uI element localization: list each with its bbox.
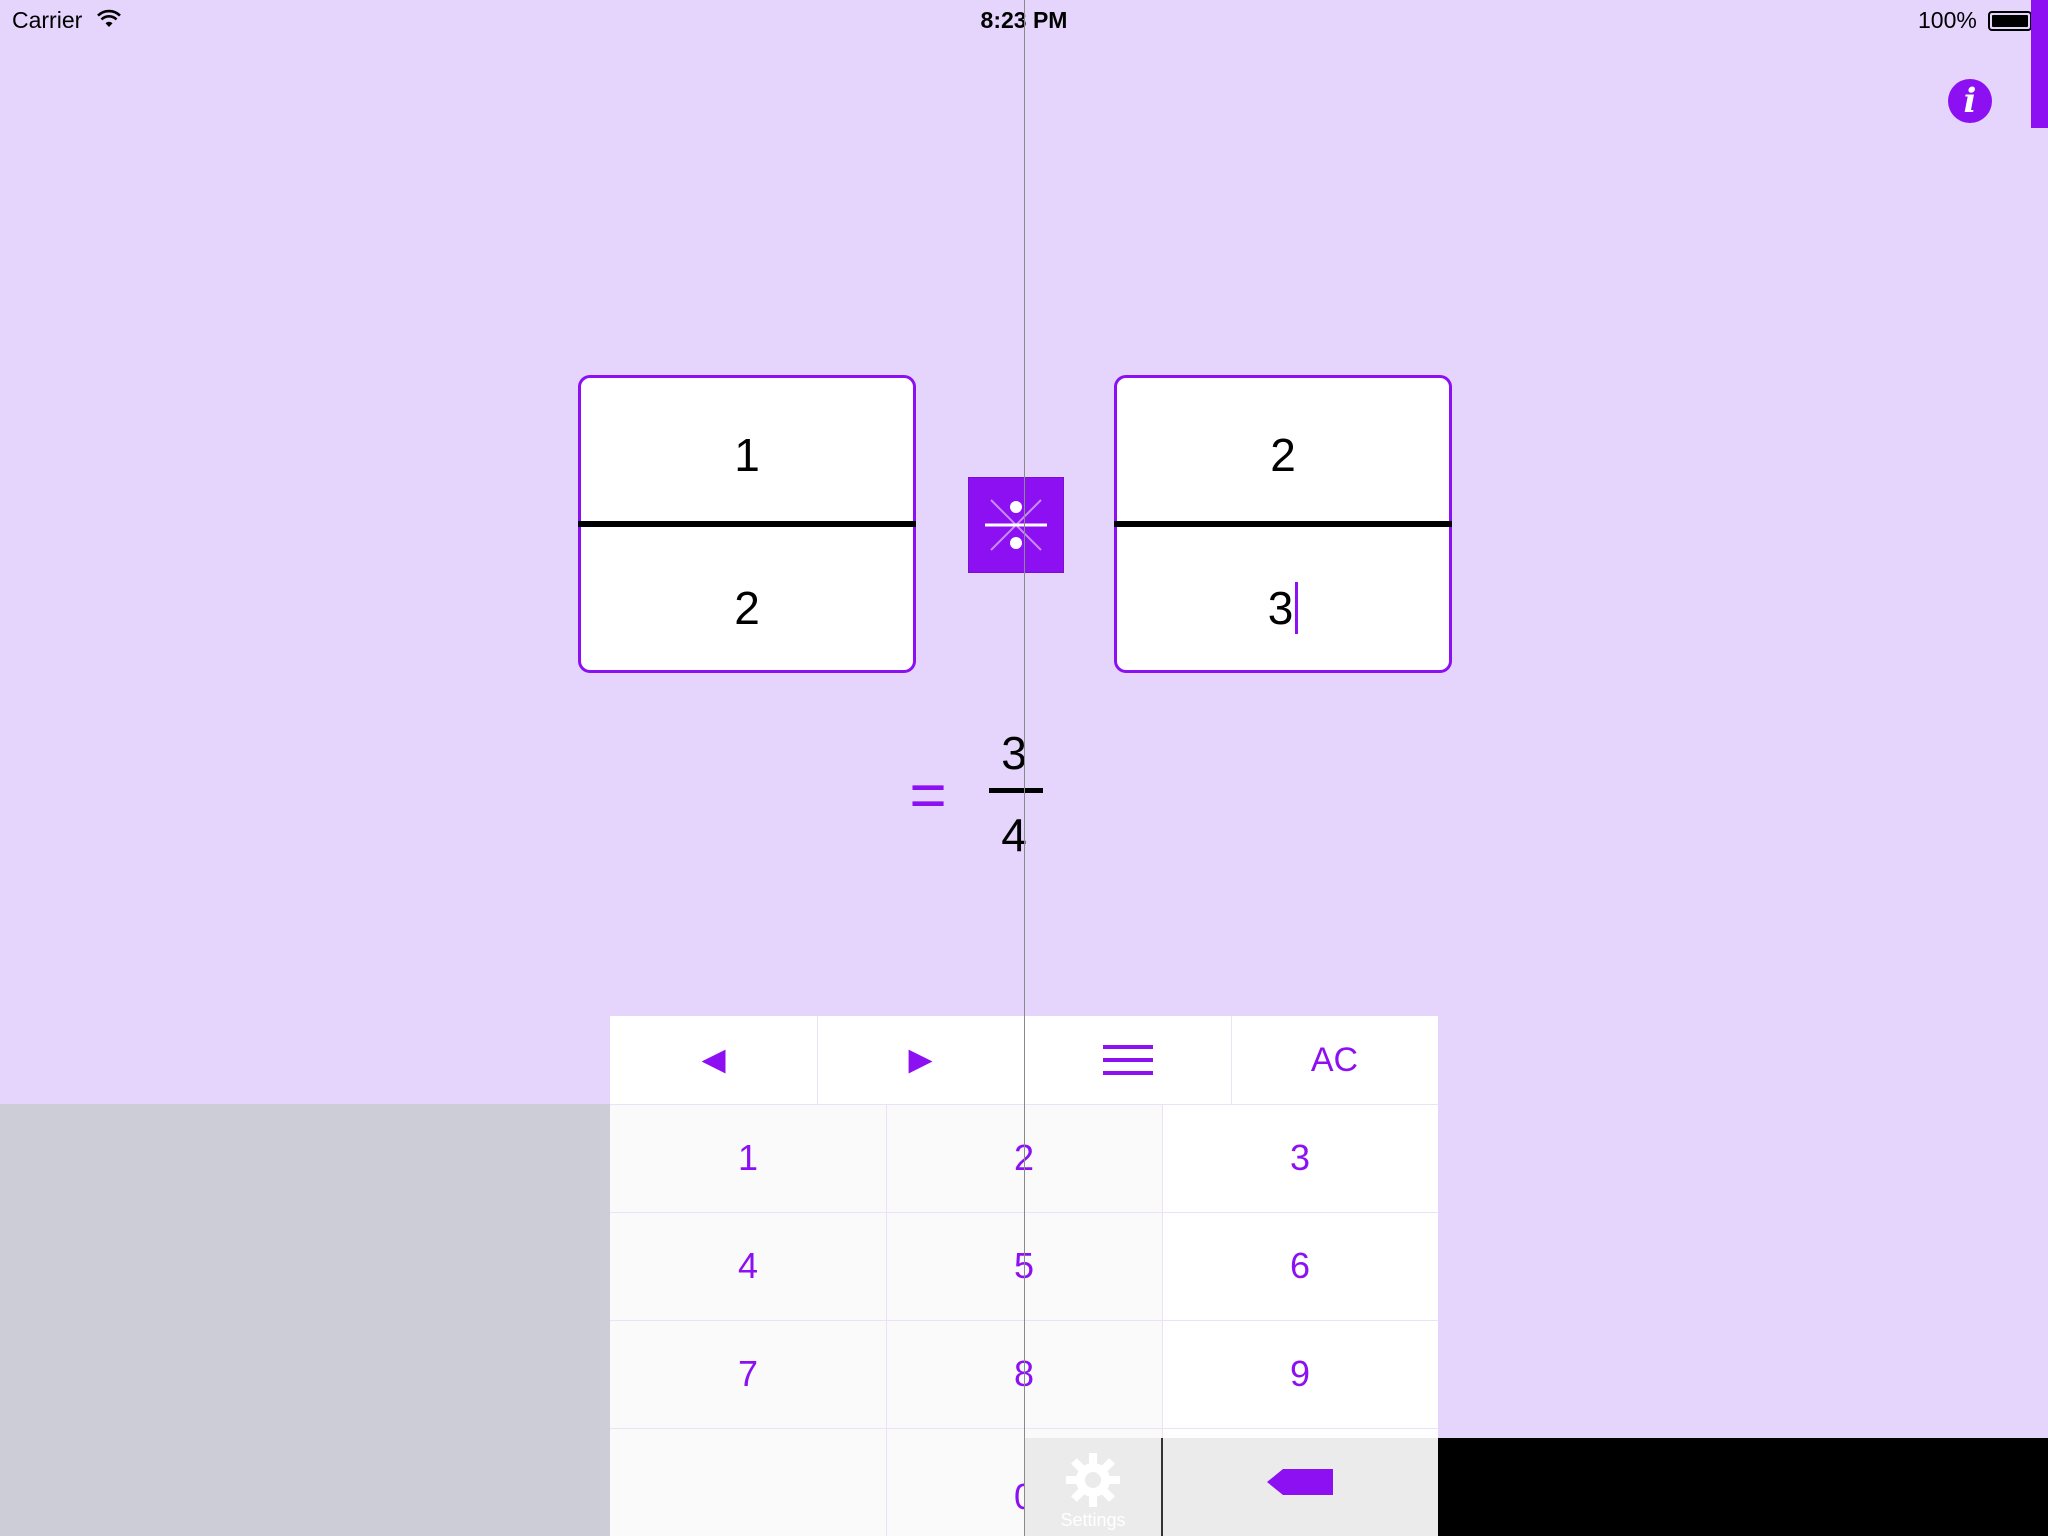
info-icon: i	[1963, 81, 1977, 121]
scroll-indicator[interactable]	[2031, 0, 2048, 128]
keypad-divider	[1231, 1016, 1232, 1104]
divide-icon	[985, 499, 1047, 551]
key-6[interactable]: 6	[1162, 1212, 1438, 1320]
info-button[interactable]: i	[1948, 79, 1992, 123]
key-9-label: 9	[1289, 1353, 1311, 1394]
clear-button[interactable]: AC	[1231, 1016, 1438, 1104]
right-numerator-field[interactable]: 2	[1117, 428, 1449, 482]
cursor-right-button[interactable]: ►	[817, 1016, 1024, 1104]
equals-sign: =	[909, 759, 947, 831]
cursor-left-button[interactable]: ◄	[610, 1016, 817, 1104]
left-numerator-field[interactable]: 1	[581, 428, 913, 482]
result-fraction-bar	[989, 788, 1043, 793]
menu-button[interactable]	[1024, 1016, 1231, 1104]
vertical-guide-line	[1024, 0, 1025, 1536]
side-panel	[0, 1104, 610, 1536]
key-3-label: 3	[1289, 1137, 1311, 1178]
key-9[interactable]: 9	[1162, 1320, 1438, 1428]
battery-icon	[1988, 11, 2032, 31]
arrow-left-icon: ◄	[693, 1037, 734, 1082]
keypad-divider	[817, 1016, 818, 1104]
backspace-button[interactable]	[1163, 1438, 1438, 1536]
key-7-label: 7	[737, 1353, 759, 1394]
settings-label: Settings	[1060, 1510, 1126, 1530]
key-7[interactable]: 7	[610, 1320, 886, 1428]
result-denominator: 4	[1001, 809, 1027, 861]
gear-icon	[1066, 1453, 1120, 1507]
battery-percent: 100%	[1918, 7, 1977, 33]
left-fraction-bar	[578, 521, 916, 527]
menu-icon	[1102, 1045, 1153, 1075]
backspace-icon	[1267, 1469, 1333, 1495]
key-1-label: 1	[737, 1137, 759, 1178]
right-denominator-field[interactable]: 3	[1117, 581, 1449, 635]
right-denominator-value: 3	[1267, 582, 1294, 634]
key-3[interactable]: 3	[1162, 1104, 1438, 1212]
left-fraction: 1 2	[578, 375, 916, 673]
key-4-label: 4	[737, 1245, 759, 1286]
clear-button-label: AC	[1310, 1040, 1359, 1079]
result-numerator: 3	[1001, 727, 1027, 779]
right-fraction: 2 3	[1114, 375, 1452, 673]
key-1[interactable]: 1	[610, 1104, 886, 1212]
key-blank	[610, 1428, 886, 1536]
operator-button[interactable]	[968, 477, 1064, 573]
left-denominator-field[interactable]: 2	[581, 581, 913, 635]
arrow-right-icon: ►	[900, 1037, 941, 1082]
key-6-label: 6	[1289, 1245, 1311, 1286]
text-cursor	[1295, 582, 1299, 634]
right-fraction-bar	[1114, 521, 1452, 527]
bottom-black-region	[1438, 1438, 2048, 1536]
key-4[interactable]: 4	[610, 1212, 886, 1320]
